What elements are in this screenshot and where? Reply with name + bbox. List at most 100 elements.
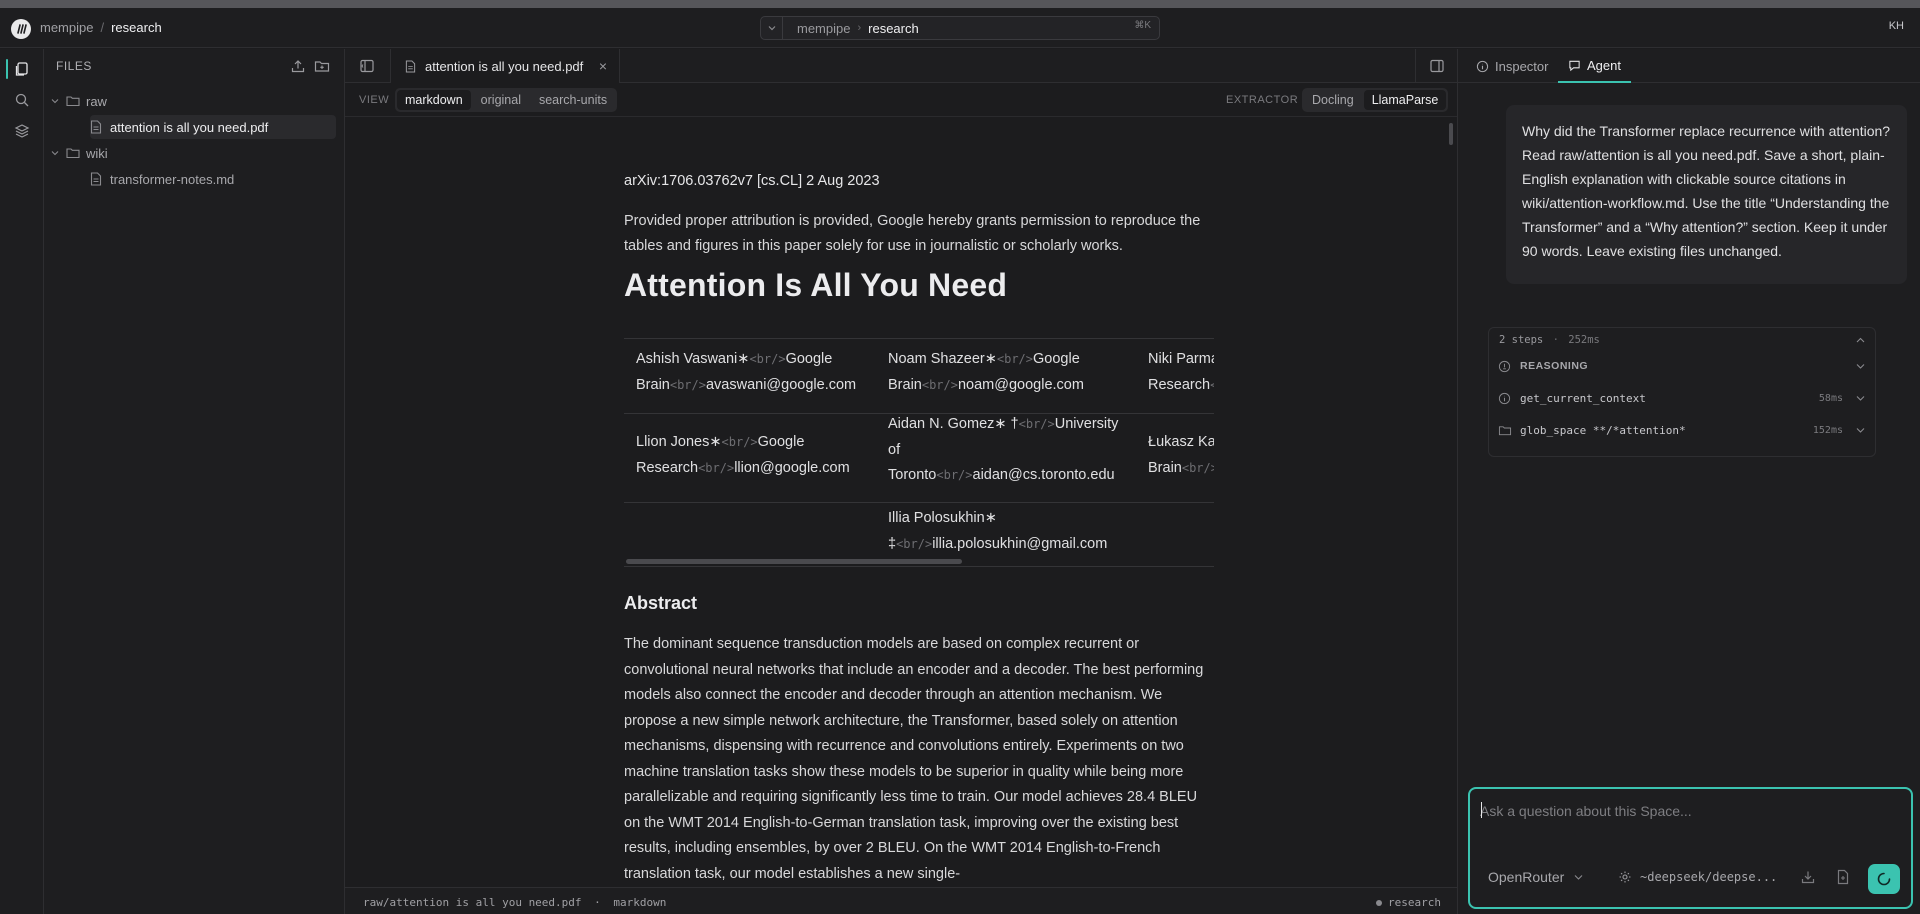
step-reasoning[interactable]: REASONING (1489, 354, 1877, 378)
step-label: get_current_context (1520, 391, 1646, 405)
provider-select[interactable]: OpenRouter (1480, 863, 1591, 891)
top-bar: mempipe / research mempipe › research ⌘K… (0, 8, 1920, 48)
breadcrumb-space[interactable]: research (111, 20, 162, 35)
lightbulb-icon (1498, 360, 1511, 373)
step-label: REASONING (1520, 360, 1589, 372)
status-path: raw/attention is all you need.pdf (363, 896, 582, 909)
chevron-up-icon[interactable] (1856, 337, 1865, 343)
files-icon[interactable] (12, 59, 32, 79)
step-label: glob_space **/*attention* (1520, 423, 1686, 437)
chevron-down-icon[interactable] (1856, 395, 1865, 401)
breadcrumb-workspace[interactable]: mempipe (40, 20, 93, 35)
paper-title: Attention Is All You Need (624, 267, 1008, 303)
file-icon (90, 172, 102, 186)
upload-icon[interactable] (290, 58, 306, 74)
app-logo-icon[interactable] (11, 19, 31, 39)
tree-file-transformer-notes[interactable]: transformer-notes.md (44, 167, 344, 191)
new-folder-icon[interactable] (314, 58, 330, 74)
gear-icon (1618, 870, 1632, 884)
tree-folder-raw[interactable]: raw (44, 89, 344, 113)
status-left: raw/attention is all you need.pdf · mark… (363, 896, 667, 909)
table-horizontal-scrollbar[interactable] (626, 559, 962, 564)
folder-icon (66, 94, 80, 108)
table-cell: Niki Parma Research<br/> (1148, 351, 1214, 393)
step-time: 58ms (1818, 392, 1843, 404)
editor-tab-bar: attention is all you need.pdf × (345, 49, 1457, 83)
status-right: research (1376, 896, 1441, 909)
view-original-button[interactable]: original (473, 90, 529, 110)
download-icon[interactable] (1800, 869, 1816, 885)
permission-paragraph: Provided proper attribution is provided,… (624, 213, 1201, 254)
tree-label: attention is all you need.pdf (110, 119, 269, 135)
steps-summary[interactable]: 2 steps · 252ms (1489, 328, 1877, 352)
text-caret (1481, 802, 1482, 818)
step-glob-space[interactable]: glob_space **/*attention* 152ms (1489, 418, 1877, 442)
provider-label: OpenRouter (1488, 869, 1565, 885)
table-cell: Illia Polosukhin∗ ‡<br/>illia.polosukhin… (888, 510, 1108, 552)
chat-input[interactable] (1480, 799, 1900, 823)
tab-label: Inspector (1495, 58, 1549, 74)
command-palette-button[interactable]: mempipe › research ⌘K (760, 16, 1160, 40)
chevron-down-icon[interactable] (1856, 363, 1865, 369)
chevron-down-icon[interactable] (50, 96, 60, 106)
toggle-right-panel-icon[interactable] (1415, 49, 1457, 83)
right-panel: Inspector Agent Why did the Transformer … (1457, 49, 1920, 914)
folder-icon (66, 146, 80, 160)
toggle-sidebar-icon[interactable] (359, 58, 375, 74)
agent-steps: 2 steps · 252ms REASONING get_current_co… (1488, 327, 1876, 457)
view-markdown-button[interactable]: markdown (397, 90, 471, 110)
model-select[interactable]: ~deepseek/deepse... (1618, 863, 1777, 891)
tab-label: Agent (1587, 57, 1621, 73)
status-dot-icon (1376, 899, 1383, 906)
folder-icon (1498, 424, 1512, 437)
layers-icon[interactable] (12, 121, 32, 141)
table-cell: Łukasz Ka Brain<br/> (1148, 434, 1214, 476)
tab-label: attention is all you need.pdf (425, 58, 584, 74)
chevron-right-icon: › (857, 22, 862, 34)
send-button[interactable] (1868, 864, 1900, 894)
status-mode: markdown (613, 896, 667, 909)
tree-file-attention-pdf[interactable]: attention is all you need.pdf (90, 115, 336, 139)
tab-agent[interactable]: Agent (1558, 49, 1631, 83)
chevron-down-icon[interactable] (761, 17, 783, 39)
tree-label: raw (86, 93, 107, 109)
tab-attention-pdf[interactable]: attention is all you need.pdf × (390, 49, 620, 83)
abstract-paragraph: The dominant sequence transduction model… (624, 636, 1204, 882)
tree-label: transformer-notes.md (110, 171, 235, 187)
extractor-switcher: Docling LlamaParse (1302, 88, 1449, 112)
extractor-docling-button[interactable]: Docling (1304, 90, 1362, 110)
table-row: Ashish Vaswani∗<br/>Google Brain<br/>ava… (624, 338, 1214, 413)
view-toolbar: VIEW markdown original search-units EXTR… (345, 83, 1457, 117)
user-message: Why did the Transformer replace recurren… (1506, 105, 1907, 284)
tab-inspector[interactable]: Inspector (1476, 49, 1548, 83)
right-panel-tabs: Inspector Agent (1458, 49, 1920, 83)
step-time: 152ms (1812, 424, 1843, 436)
files-title: FILES (56, 59, 92, 73)
step-get-current-context[interactable]: get_current_context 58ms (1489, 386, 1877, 410)
avatar[interactable]: KH (1889, 20, 1904, 32)
view-label: VIEW (359, 94, 390, 106)
files-sidebar: FILES raw attention is all you need.pdf … (44, 49, 345, 914)
file-icon (90, 120, 102, 134)
status-bar: raw/attention is all you need.pdf · mark… (345, 887, 1457, 914)
tree-folder-wiki[interactable]: wiki (44, 141, 344, 165)
command-workspace: mempipe (797, 20, 851, 36)
authors-table: Ashish Vaswani∗<br/>Google Brain<br/>ava… (624, 338, 1214, 578)
vertical-scrollbar[interactable] (1449, 123, 1453, 145)
extractor-llamaparse-button[interactable]: LlamaParse (1363, 90, 1447, 110)
table-row: Illia Polosukhin∗ ‡<br/>illia.polosukhin… (624, 502, 1214, 567)
close-icon[interactable]: × (599, 58, 607, 74)
chevron-down-icon[interactable] (50, 148, 60, 158)
rail-active-indicator (6, 59, 8, 79)
document-viewer: arXiv:1706.03762v7 [cs.CL] 2 Aug 2023 Pr… (345, 117, 1457, 887)
chevron-down-icon (1574, 874, 1583, 880)
table-cell: Aidan N. Gomez∗ †<br/>University of Toro… (888, 416, 1119, 483)
table-cell: Ashish Vaswani∗<br/>Google Brain<br/>ava… (636, 351, 857, 393)
loading-spinner-icon (1877, 872, 1891, 886)
search-icon[interactable] (12, 90, 32, 110)
chevron-down-icon[interactable] (1856, 427, 1865, 433)
info-icon (1476, 60, 1489, 73)
tree-label: wiki (86, 145, 108, 161)
attach-file-icon[interactable] (1835, 869, 1851, 885)
view-search-units-button[interactable]: search-units (531, 90, 615, 110)
